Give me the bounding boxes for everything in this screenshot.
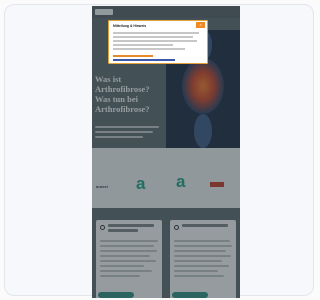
consent-settings-link[interactable] [113,59,175,61]
close-icon[interactable]: × [196,22,205,28]
consent-text [113,32,203,52]
consent-modal: Mitteilung & Hinweis × [108,20,208,64]
consent-title: Mitteilung & Hinweis [113,24,147,28]
consent-accept-link[interactable] [113,55,153,57]
